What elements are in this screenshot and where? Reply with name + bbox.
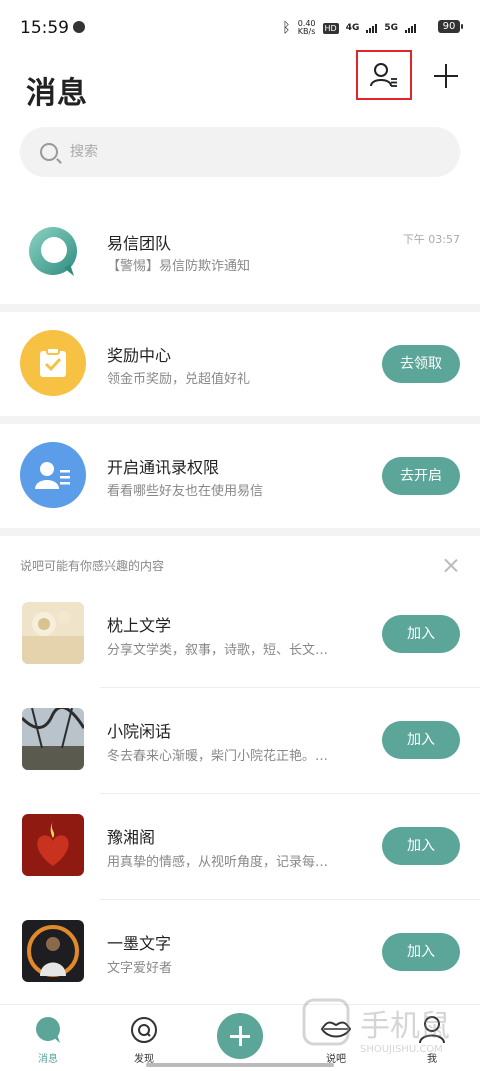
network-4g: 4G <box>345 23 360 33</box>
join-button[interactable]: 加入 <box>382 721 460 759</box>
group-row[interactable]: 豫湘阁 用真挚的情感，从视听角度，记录每… 加入 <box>0 794 480 898</box>
group-row[interactable]: 枕上文学 分享文学类，叙事，诗歌，短、长文… 加入 <box>0 582 480 686</box>
landscape-tree-image <box>22 708 84 770</box>
svg-text:手机鼠: 手机鼠 <box>360 1009 450 1044</box>
bluetooth-icon: ᛒ <box>282 20 291 36</box>
signal-icon <box>366 23 378 33</box>
candle-heart-image <box>22 814 84 876</box>
conversation-title: 易信团队 <box>107 234 172 253</box>
conversation-preview: 【警惕】易信防欺诈通知 <box>107 259 251 274</box>
conversation-time: 下午 03:57 <box>402 233 460 246</box>
group-title: 豫湘阁 <box>107 828 156 847</box>
conversation-row[interactable]: 易信团队 【警惕】易信防欺诈通知 下午 03:57 <box>0 200 480 304</box>
reward-center-avatar <box>20 330 86 396</box>
contacts-list-icon <box>370 63 397 87</box>
location-icon <box>73 21 85 33</box>
reward-center-row[interactable]: 奖励中心 领金币奖励，兑超值好礼 去领取 <box>0 312 480 416</box>
signal-icon-2 <box>405 23 416 33</box>
reward-center-subtitle: 领金币奖励，兑超值好礼 <box>107 372 251 387</box>
group-description: 文字爱好者 <box>107 961 173 976</box>
home-indicator[interactable] <box>146 1063 334 1067</box>
contacts-button[interactable] <box>356 50 412 100</box>
search-icon <box>40 143 58 161</box>
group-description: 分享文学类，叙事，诗歌，短、长文… <box>107 643 329 658</box>
group-description: 冬去春来心渐暖，柴门小院花正艳。… <box>107 749 329 764</box>
message-bubble-icon <box>36 1017 60 1043</box>
battery-icon: 90 <box>438 20 463 33</box>
compose-button[interactable] <box>217 1013 263 1059</box>
book-flower-image <box>22 602 84 664</box>
reward-center-title: 奖励中心 <box>107 346 172 365</box>
add-button[interactable] <box>430 60 462 92</box>
status-indicators: ᛒ 0.40 KB/s HD 4G 5G <box>282 20 416 36</box>
join-button[interactable]: 加入 <box>382 827 460 865</box>
network-speed: 0.40 KB/s <box>298 20 316 36</box>
yixin-logo-icon <box>29 227 77 276</box>
discover-icon <box>131 1017 157 1043</box>
divider <box>0 304 480 312</box>
yixin-team-avatar <box>20 218 86 284</box>
group-title: 一墨文字 <box>107 934 172 953</box>
group-title: 枕上文学 <box>107 616 172 635</box>
hd-badge: HD <box>322 22 339 34</box>
watermark: 手机鼠 SHOUJISHU.COM <box>300 996 470 1056</box>
page-title: 消息 <box>26 76 88 111</box>
group-row[interactable]: 一墨文字 文字爱好者 加入 <box>0 900 480 1004</box>
group-thumbnail <box>22 708 84 770</box>
group-row[interactable]: 小院闲话 冬去春来心渐暖，柴门小院花正艳。… 加入 <box>0 688 480 792</box>
search-input[interactable] <box>68 143 372 161</box>
speed-unit: KB/s <box>297 27 316 36</box>
watermark-logo: 手机鼠 SHOUJISHU.COM <box>302 998 450 1055</box>
claim-reward-button[interactable]: 去领取 <box>382 345 460 383</box>
divider <box>0 528 480 536</box>
contacts-permission-avatar <box>20 442 86 508</box>
watermark-text: SHOUJISHU.COM <box>360 1044 443 1055</box>
status-bar: 15:59 ᛒ 0.40 KB/s HD 4G 5G 90 <box>0 0 480 56</box>
player-portrait-image <box>22 920 84 982</box>
enable-contacts-button[interactable]: 去开启 <box>382 457 460 495</box>
clipboard-check-icon <box>40 347 66 377</box>
contact-card-icon <box>35 462 70 489</box>
network-5g: 5G <box>384 23 398 33</box>
recommend-heading: 说吧可能有你感兴趣的内容 <box>20 559 165 573</box>
contacts-permission-subtitle: 看看哪些好友也在使用易信 <box>107 484 264 499</box>
nav-label-messages: 消息 <box>38 1054 58 1065</box>
battery-level: 90 <box>442 21 456 32</box>
search-bar[interactable] <box>20 127 460 177</box>
status-time: 15:59 <box>20 18 69 38</box>
join-button[interactable]: 加入 <box>382 615 460 653</box>
nav-item-discover[interactable]: 发现 <box>104 1005 184 1071</box>
group-thumbnail <box>22 814 84 876</box>
group-thumbnail <box>22 602 84 664</box>
close-icon[interactable] <box>443 557 459 573</box>
group-description: 用真挚的情感，从视听角度，记录每… <box>107 855 329 870</box>
nav-item-messages[interactable]: 消息 <box>8 1005 88 1071</box>
group-title: 小院闲话 <box>107 722 172 741</box>
contacts-permission-row[interactable]: 开启通讯录权限 看看哪些好友也在使用易信 去开启 <box>0 424 480 528</box>
group-thumbnail <box>22 920 84 982</box>
join-button[interactable]: 加入 <box>382 933 460 971</box>
divider <box>0 416 480 424</box>
contacts-permission-title: 开启通讯录权限 <box>107 458 220 477</box>
